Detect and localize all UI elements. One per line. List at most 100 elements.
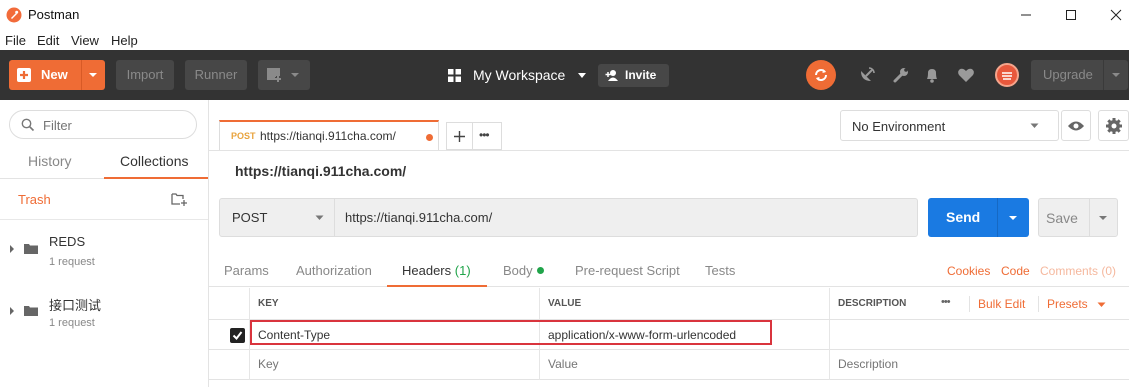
bulk-edit-link[interactable]: Bulk Edit	[978, 297, 1025, 311]
menu-help[interactable]: Help	[111, 33, 138, 48]
tab-options-button[interactable]: •••	[472, 122, 502, 150]
chevron-down-icon[interactable]	[1097, 302, 1106, 308]
table-tools-divider	[1038, 296, 1039, 312]
collection-item[interactable]: 接口测试 1 request	[0, 280, 208, 340]
chevron-down-icon[interactable]	[87, 71, 99, 79]
body-status-dot	[537, 267, 544, 274]
tab-headers-count: (1)	[454, 263, 471, 278]
request-tab[interactable]: POST https://tianqi.911cha.com/	[219, 120, 439, 151]
new-button[interactable]: New	[9, 60, 105, 90]
row-enabled-checkbox[interactable]	[230, 328, 245, 343]
sidebar: History Collections Trash REDS 1 request…	[0, 100, 209, 387]
window-titlebar: Postman	[0, 0, 1129, 30]
row-key-cell[interactable]	[250, 350, 540, 380]
unsaved-dot	[426, 134, 433, 141]
headers-table: KEY VALUE DESCRIPTION ••• Bulk Edit Pres…	[209, 288, 1129, 387]
table-more-icon[interactable]: •••	[941, 296, 951, 308]
caret-right-icon	[10, 245, 14, 253]
runner-button[interactable]: Runner	[185, 60, 247, 90]
filter-input[interactable]	[43, 116, 183, 134]
comments-link[interactable]: Comments (0)	[1040, 264, 1116, 278]
tabs-baseline	[209, 150, 1129, 151]
upgrade-label: Upgrade	[1043, 67, 1093, 82]
save-button[interactable]: Save	[1038, 198, 1118, 237]
gear-icon	[1106, 118, 1122, 134]
trash-link[interactable]: Trash	[18, 192, 51, 207]
url-text: https://tianqi.911cha.com/	[345, 210, 493, 225]
table-tools-divider	[969, 296, 970, 312]
new-key-input[interactable]	[258, 357, 528, 371]
menu-file[interactable]: File	[5, 33, 26, 48]
satellite-icon[interactable]	[858, 66, 876, 84]
bell-icon[interactable]	[924, 66, 940, 84]
cookies-link[interactable]: Cookies	[947, 264, 990, 278]
new-value-input[interactable]	[548, 357, 818, 371]
new-collection-icon[interactable]	[171, 191, 188, 207]
menu-view[interactable]: View	[71, 33, 99, 48]
postman-logo-icon	[6, 7, 22, 23]
maximize-icon[interactable]	[1064, 8, 1078, 22]
request-name[interactable]: https://tianqi.911cha.com/	[235, 163, 406, 179]
workspace-selector[interactable]: My Workspace	[473, 67, 565, 83]
collection-count: 1 request	[49, 256, 95, 268]
chevron-down-icon	[1099, 216, 1107, 220]
sync-button[interactable]	[806, 60, 836, 90]
chevron-down-icon	[1030, 123, 1039, 128]
send-divider	[997, 198, 998, 237]
menu-bar: File Edit View Help	[0, 30, 1129, 50]
chevron-down-icon	[315, 215, 324, 220]
avatar[interactable]	[995, 63, 1019, 87]
column-header-value: VALUE	[540, 288, 830, 319]
tab-headers-label: Headers	[402, 263, 452, 278]
main-panel: POST https://tianqi.911cha.com/ ••• No E…	[209, 100, 1129, 387]
heart-icon[interactable]	[957, 67, 975, 83]
upgrade-divider	[1103, 60, 1104, 90]
tab-headers[interactable]: Headers (1)	[402, 263, 471, 278]
collection-name: 接口测试	[49, 298, 102, 313]
url-input[interactable]: https://tianqi.911cha.com/	[335, 198, 918, 237]
active-subtab-indicator	[387, 285, 487, 287]
folder-icon	[24, 244, 38, 254]
tab-tests[interactable]: Tests	[705, 263, 735, 278]
row-description-cell[interactable]	[830, 350, 1129, 380]
checkmark-icon	[232, 331, 243, 341]
wrench-icon[interactable]	[892, 66, 910, 84]
minimize-icon[interactable]	[1019, 8, 1033, 22]
environment-select[interactable]: No Environment	[840, 110, 1059, 141]
code-link[interactable]: Code	[1001, 264, 1030, 278]
menu-edit[interactable]: Edit	[37, 33, 59, 48]
collection-item[interactable]: REDS 1 request	[0, 220, 208, 280]
tab-authorization[interactable]: Authorization	[296, 263, 372, 278]
tab-params[interactable]: Params	[224, 263, 269, 278]
send-button[interactable]: Send	[928, 198, 1029, 237]
invite-label: Invite	[625, 68, 657, 82]
save-divider	[1089, 199, 1090, 236]
presets-dropdown[interactable]: Presets	[1047, 297, 1088, 311]
import-button[interactable]: Import	[116, 60, 174, 90]
chevron-down-icon[interactable]	[577, 72, 587, 79]
plus-icon	[454, 131, 465, 142]
close-icon[interactable]	[1109, 8, 1123, 22]
window-title: Postman	[28, 7, 80, 22]
new-tab-button[interactable]	[446, 122, 473, 150]
row-value-cell[interactable]	[540, 350, 830, 380]
tab-collections[interactable]: Collections	[120, 153, 188, 169]
row-description-cell[interactable]	[830, 320, 1129, 350]
tab-pre-request-script[interactable]: Pre-request Script	[575, 263, 680, 278]
workspace-grid-icon	[448, 69, 461, 82]
environment-quick-look[interactable]	[1061, 110, 1091, 141]
invite-button[interactable]: Invite	[598, 64, 669, 87]
chevron-down-icon	[1112, 73, 1120, 77]
upgrade-button[interactable]: Upgrade	[1031, 60, 1128, 90]
checkbox-column-divider	[249, 288, 250, 380]
new-window-button[interactable]	[258, 60, 310, 90]
method-select[interactable]: POST	[219, 198, 335, 237]
chevron-down-icon	[291, 73, 299, 77]
tab-history[interactable]: History	[28, 153, 72, 169]
filter-box[interactable]	[9, 110, 197, 139]
tab-body[interactable]: Body	[503, 263, 533, 278]
sync-icon	[815, 69, 827, 81]
avatar-icon	[1002, 72, 1012, 80]
manage-environments[interactable]	[1098, 110, 1129, 141]
new-description-input[interactable]	[838, 357, 1108, 371]
